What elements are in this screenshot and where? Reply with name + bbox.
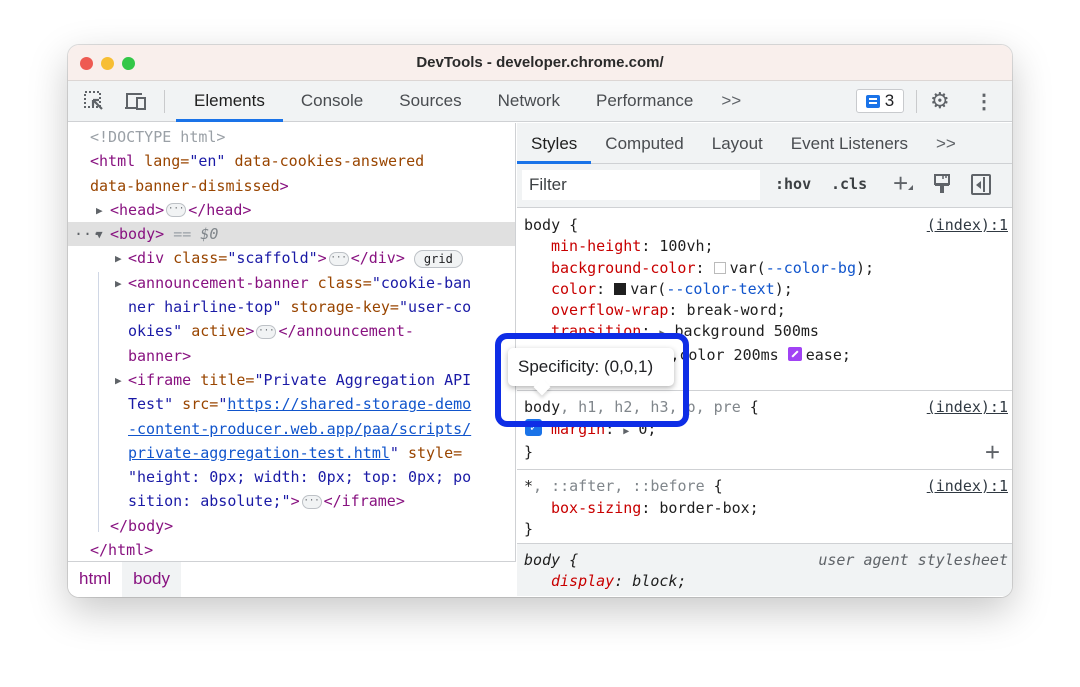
breadcrumb: html body: [68, 561, 516, 597]
rule-source-label: user agent stylesheet: [818, 551, 1008, 570]
new-style-rule-icon[interactable]: +: [893, 168, 914, 199]
tab-console[interactable]: Console: [283, 81, 381, 121]
ellipsis-button[interactable]: ···: [166, 203, 187, 218]
toggle-sidebar-icon[interactable]: [971, 174, 991, 195]
tab-event-listeners[interactable]: Event Listeners: [777, 123, 922, 163]
more-tabs-button[interactable]: >>: [711, 81, 751, 121]
dom-node-html[interactable]: <html lang="en" data-cookies-answered: [68, 149, 515, 173]
elements-panel: <!DOCTYPE html> <html lang="en" data-coo…: [68, 123, 516, 597]
title-bar: DevTools - developer.chrome.com/: [68, 45, 1012, 81]
tab-styles[interactable]: Styles: [517, 123, 592, 164]
css-property[interactable]: ✓ margin: ▶ 0;: [524, 418, 1008, 442]
message-icon: [865, 94, 880, 108]
iframe-src-link[interactable]: private-aggregation-test.html: [128, 444, 390, 462]
dom-tree: <!DOCTYPE html> <html lang="en" data-coo…: [68, 123, 515, 561]
devtools-window: DevTools - developer.chrome.com/ Element…: [68, 45, 1012, 597]
tab-sources[interactable]: Sources: [381, 81, 479, 121]
style-rules: body { (index):1 min-height: 100vh; back…: [517, 209, 1012, 597]
breadcrumb-body[interactable]: body: [122, 562, 181, 597]
iframe-src-link[interactable]: https://shared-storage-demo: [227, 395, 471, 413]
css-property[interactable]: background-color: var(--color-bg);: [524, 258, 1008, 279]
color-swatch[interactable]: [614, 282, 627, 295]
paint-brush-icon[interactable]: [933, 173, 951, 195]
dom-node-cont: private-aggregation-test.html" style=: [128, 443, 463, 462]
inspect-element-icon[interactable]: [82, 89, 106, 113]
breadcrumb-html[interactable]: html: [68, 562, 122, 597]
hover-state-toggle[interactable]: :hov: [775, 175, 811, 193]
dom-node-cont: Test" src="https://shared-storage-demo: [128, 395, 472, 414]
css-property[interactable]: min-height: 100vh;: [524, 236, 1008, 257]
expand-triangle-icon[interactable]: ▶: [115, 247, 122, 271]
more-sidebar-tabs-button[interactable]: >>: [922, 123, 970, 163]
rule-source-link[interactable]: (index):1: [927, 397, 1008, 418]
rule-source-link[interactable]: (index):1: [927, 476, 1008, 497]
dom-node-announcement-banner[interactable]: ▶ <announcement-banner class="cookie-ban: [68, 271, 515, 295]
settings-gear-icon[interactable]: ⚙: [930, 88, 950, 114]
tab-network[interactable]: Network: [480, 81, 578, 121]
dom-node-iframe[interactable]: ▶ <iframe title="Private Aggregation API: [68, 368, 515, 392]
ellipsis-button[interactable]: ···: [328, 251, 349, 266]
property-checkbox[interactable]: ✓: [525, 418, 542, 436]
ellipsis-button[interactable]: ···: [256, 324, 277, 339]
dom-node-div-scaffold[interactable]: ▶ <div class="scaffold"> ··· </div> grid: [68, 246, 515, 270]
dom-node-body[interactable]: ··· ▼ <body> == $0: [68, 222, 515, 247]
issues-button[interactable]: 3: [856, 89, 904, 113]
tab-computed[interactable]: Computed: [591, 123, 697, 163]
rule-source-link[interactable]: (index):1: [927, 215, 1008, 236]
expand-triangle-icon[interactable]: ▶: [96, 199, 103, 223]
ellipsis-button[interactable]: ···: [301, 494, 322, 509]
dom-node-cont: ner hairline-top" storage-key="user-co: [128, 298, 472, 317]
style-rule-body-headings: body, h1, h2, h3, p, pre { (index):1 ✓ ma…: [517, 391, 1012, 471]
main-toolbar: Elements Console Sources Network Perform…: [68, 81, 1012, 122]
more-options-icon[interactable]: ⋮: [974, 89, 994, 114]
styles-filter-input[interactable]: [522, 170, 760, 200]
dom-node-cont: -content-producer.web.app/paa/scripts/: [68, 417, 515, 441]
expand-triangle-icon[interactable]: ▶: [659, 328, 665, 339]
css-property[interactable]: overflow-wrap: break-word;: [524, 300, 1008, 321]
collapse-triangle-icon[interactable]: ▼: [96, 223, 103, 247]
css-property[interactable]: display: block;: [524, 571, 1008, 592]
dom-node-html-close[interactable]: </html>: [68, 538, 515, 561]
specificity-tooltip: Specificity: (0,0,1): [508, 348, 674, 386]
css-property[interactable]: transition: ▶ background 500ms: [524, 321, 1008, 344]
dom-node-head[interactable]: ▶ <head> ··· </head>: [68, 198, 515, 222]
css-property[interactable]: color: var(--color-text);: [524, 279, 1008, 300]
toolbar-divider: [916, 90, 917, 113]
tab-performance[interactable]: Performance: [578, 81, 711, 121]
dom-node-cont: okies" active> ··· </announcement-: [128, 322, 414, 341]
expand-triangle-icon[interactable]: ▶: [115, 369, 122, 393]
tab-layout[interactable]: Layout: [698, 123, 777, 163]
main-tabs: Elements Console Sources Network Perform…: [176, 81, 751, 122]
expand-triangle-icon[interactable]: ▶: [115, 272, 122, 296]
device-toolbar-icon[interactable]: [124, 89, 148, 113]
add-property-icon[interactable]: +: [985, 439, 1000, 465]
toolbar-divider: [164, 90, 165, 113]
css-property[interactable]: box-sizing: border-box;: [524, 498, 1008, 519]
grid-badge[interactable]: grid: [413, 249, 463, 268]
dom-node-html-cont: data-banner-dismissed>: [90, 176, 289, 195]
style-rule-universal: *, ::after, ::before { (index):1 box-siz…: [517, 470, 1012, 545]
dom-node-body-close[interactable]: </body>: [68, 514, 515, 538]
easing-editor-icon[interactable]: [787, 346, 802, 361]
issues-count: 3: [884, 91, 895, 110]
dom-node-cont: "height: 0px; width: 0px; top: 0px; po: [128, 468, 472, 487]
dom-node-cont: banner>: [128, 346, 192, 365]
sidebar-tabs: Styles Computed Layout Event Listeners >…: [517, 123, 1012, 164]
color-swatch[interactable]: [713, 261, 726, 274]
window-title: DevTools - developer.chrome.com/: [416, 54, 664, 71]
styles-filter-bar: :hov .cls +: [517, 164, 1012, 208]
style-rule-user-agent: body { user agent stylesheet display: bl…: [517, 544, 1012, 596]
dom-node-cont: sition: absolute;"> ··· </iframe>: [128, 492, 405, 511]
expand-triangle-icon[interactable]: ▶: [623, 426, 629, 437]
class-toggle[interactable]: .cls: [831, 175, 867, 193]
tab-elements[interactable]: Elements: [176, 81, 283, 122]
iframe-src-link[interactable]: -content-producer.web.app/paa/scripts/: [128, 420, 471, 438]
dom-node-doctype[interactable]: <!DOCTYPE html>: [68, 125, 515, 149]
